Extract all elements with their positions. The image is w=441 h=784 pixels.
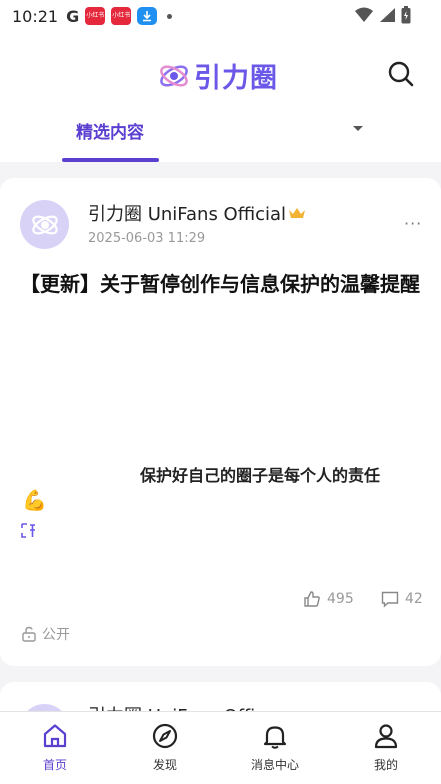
avatar[interactable] <box>20 200 69 249</box>
orbit-avatar-icon <box>31 215 58 234</box>
visibility-status: 公开 <box>22 624 70 644</box>
post-card[interactable]: 引力圈 UniFans Official 2025-06-03 11:29 ··… <box>0 178 441 666</box>
app-logo: 引力圈 <box>158 56 278 95</box>
nav-home[interactable]: 首页 <box>20 722 90 773</box>
post-title: 【更新】关于暂停创作与信息保护的温馨提醒 <box>20 272 420 296</box>
google-icon: G <box>66 6 80 26</box>
orbit-logo-icon <box>160 64 188 87</box>
visibility-label: 公开 <box>42 627 70 643</box>
app-header: 引力圈 精选内容 <box>0 32 441 162</box>
like-count: 495 <box>327 591 354 607</box>
flexed-biceps-emoji: 💪 <box>22 488 47 512</box>
status-bar: 10:21 G 小红书 小红书 <box>0 0 441 32</box>
nav-home-label: 首页 <box>42 758 67 772</box>
app-notification-icon: 小红书 <box>85 7 106 25</box>
author-name[interactable]: 引力圈 UniFans Official <box>88 200 306 226</box>
search-button[interactable] <box>387 60 415 88</box>
download-icon <box>137 7 158 25</box>
crown-icon <box>289 208 306 218</box>
nav-messages[interactable]: 消息中心 <box>240 722 310 773</box>
comment-count: 42 <box>405 591 423 607</box>
post-body-text: 保护好自己的圈子是每个人的责任 <box>140 466 381 485</box>
user-icon <box>374 724 398 749</box>
comment-button[interactable]: 42 <box>381 590 423 608</box>
like-button[interactable]: 495 <box>303 590 354 608</box>
bell-icon <box>263 726 287 749</box>
bottom-navigation: 首页 发现 消息中心 我的 <box>0 711 441 784</box>
unlock-icon <box>22 626 36 642</box>
app-name: 引力圈 <box>194 63 278 94</box>
home-icon <box>43 724 67 748</box>
nav-discover[interactable]: 发现 <box>130 722 200 773</box>
post-time: 2025-06-03 11:29 <box>88 231 206 246</box>
app-notification-icon: 小红书 <box>111 7 132 25</box>
nav-profile-label: 我的 <box>373 758 398 772</box>
battery-icon <box>401 6 411 24</box>
settings-small-icon <box>21 523 35 538</box>
comment-icon <box>381 591 399 608</box>
nav-messages-label: 消息中心 <box>250 758 299 772</box>
search-icon <box>388 61 414 87</box>
wifi-icon <box>355 7 373 22</box>
nav-profile[interactable]: 我的 <box>351 722 421 773</box>
tab-dropdown-icon[interactable] <box>353 126 363 131</box>
nav-discover-label: 发现 <box>152 758 177 772</box>
more-notifications-icon <box>167 13 173 19</box>
tab-active-indicator <box>62 158 159 162</box>
thumbs-up-icon <box>304 591 320 607</box>
author-name-label: 引力圈 UniFans Official <box>88 204 287 225</box>
tab-featured[interactable]: 精选内容 <box>76 118 144 143</box>
status-time: 10:21 <box>12 6 59 26</box>
compass-icon <box>152 723 178 749</box>
signal-icon <box>380 8 395 22</box>
more-options-button[interactable]: ··· <box>404 214 422 233</box>
